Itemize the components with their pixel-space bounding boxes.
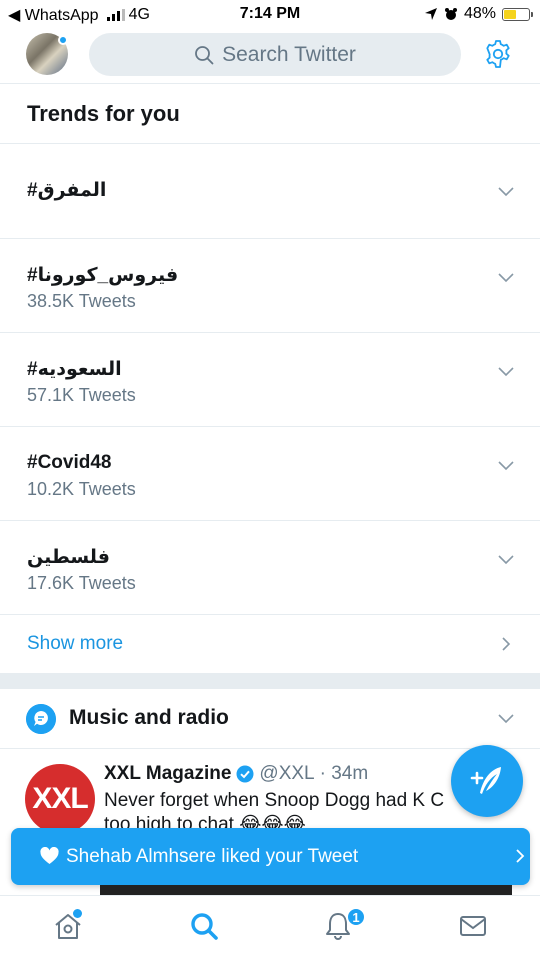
tweet-time: · 34m: [319, 763, 369, 784]
trend-item[interactable]: #Covid48 10.2K Tweets: [0, 426, 540, 521]
status-bar: ◀ WhatsApp 4G 7:14 PM 48%: [0, 0, 540, 30]
gear-icon[interactable]: [483, 39, 513, 69]
chevron-right-icon: [502, 637, 511, 651]
compose-tweet-button[interactable]: [451, 745, 523, 817]
notification-toast[interactable]: Shehab Almhsere liked your Tweet: [11, 828, 530, 885]
compose-feather-icon: [470, 767, 501, 794]
top-bar: Search Twitter: [0, 30, 540, 84]
trend-name: #Covid48: [27, 452, 112, 473]
show-more-label: Show more: [27, 633, 124, 654]
trend-item[interactable]: #فيروس_كورونا 38.5K Tweets: [0, 238, 540, 333]
tweet-author[interactable]: XXL Magazine: [104, 763, 231, 785]
chevron-down-icon[interactable]: [497, 182, 515, 200]
topic-icon: [26, 704, 56, 734]
trends-section-header: Trends for you: [0, 84, 540, 144]
tweet-media-preview: [100, 885, 512, 895]
battery-icon: [502, 7, 533, 21]
chevron-down-icon[interactable]: [497, 456, 515, 474]
trend-item[interactable]: فلسطين 17.6K Tweets: [0, 520, 540, 615]
status-right: 48%: [424, 5, 533, 23]
toast-message: Shehab Almhsere liked your Tweet: [66, 846, 359, 867]
chevron-down-icon[interactable]: [497, 709, 515, 727]
chevron-right-icon: [516, 849, 525, 863]
search-placeholder: Search Twitter: [222, 42, 356, 66]
avatar-notification-dot: [58, 35, 68, 45]
chevron-down-icon[interactable]: [497, 550, 515, 568]
trend-item[interactable]: #السعوديه 57.1K Tweets: [0, 332, 540, 427]
trend-tweet-count: 57.1K Tweets: [27, 385, 136, 405]
trends-title: Trends for you: [27, 101, 180, 126]
xxl-avatar[interactable]: XXL: [25, 764, 95, 829]
location-arrow-icon: [424, 8, 437, 20]
show-more-link[interactable]: Show more: [0, 615, 540, 673]
envelope-icon[interactable]: [457, 910, 489, 942]
bottom-tab-bar: 1: [0, 895, 540, 960]
notifications-badge: 1: [346, 907, 366, 927]
search-tab-icon[interactable]: [188, 910, 220, 942]
chevron-down-icon[interactable]: [497, 268, 515, 286]
music-section-header[interactable]: Music and radio: [0, 689, 540, 749]
trend-name: #فيروس_كورونا: [27, 265, 179, 286]
heart-icon: [40, 847, 59, 864]
trend-name: #السعوديه: [27, 359, 122, 380]
trend-name: #المفرق: [27, 180, 107, 201]
trend-tweet-count: 10.2K Tweets: [27, 479, 136, 499]
tweet-handle[interactable]: @XXL: [259, 763, 314, 785]
tweet-text-line: Never forget when Snoop Dogg had K C: [104, 790, 445, 811]
alarm-icon: [444, 8, 457, 20]
search-input[interactable]: Search Twitter: [89, 33, 461, 76]
trend-name: فلسطين: [27, 547, 110, 568]
tweet-header: XXL Magazine @XXL · 34m: [104, 763, 368, 785]
battery-fill: [504, 9, 516, 19]
verified-badge-icon: [236, 765, 254, 783]
trend-tweet-count: 38.5K Tweets: [27, 291, 136, 311]
battery-percent: 48%: [463, 5, 496, 22]
search-icon: [195, 45, 214, 64]
tweet-text: Never forget when Snoop Dogg had K C too…: [104, 789, 444, 829]
tweet-text-line: too high to chat 😂😂😂: [104, 814, 306, 829]
chevron-down-icon[interactable]: [497, 362, 515, 380]
trend-item[interactable]: #المفرق: [0, 144, 540, 239]
home-new-dot: [73, 909, 82, 918]
trend-tweet-count: 17.6K Tweets: [27, 573, 136, 593]
music-section-title: Music and radio: [69, 706, 229, 729]
section-divider: [0, 673, 540, 689]
